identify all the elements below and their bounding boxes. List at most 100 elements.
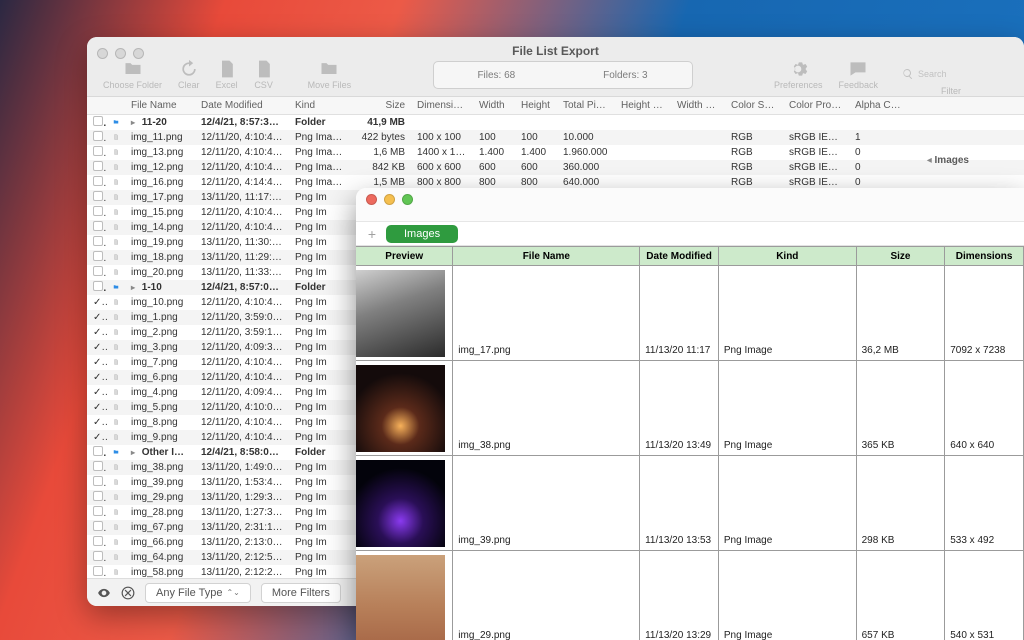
table-row[interactable]: img_11.png12/11/20, 4:10:45 PMPng Image4… <box>87 130 1024 145</box>
csv-button[interactable]: CSV <box>246 59 282 90</box>
minimize-button[interactable] <box>384 194 395 205</box>
checkbox[interactable] <box>93 551 103 561</box>
table-row[interactable]: ▸ 11-2012/4/21, 8:57:31 PMFolder41,9 MB <box>87 115 1024 130</box>
col-hdpi[interactable]: Height DPI <box>615 100 671 111</box>
move-files-label: Move Files <box>308 80 352 90</box>
sh-col-kind[interactable]: Kind <box>719 247 857 265</box>
preferences-label: Preferences <box>774 80 823 90</box>
col-height[interactable]: Height <box>515 100 557 111</box>
col-date[interactable]: Date Modified <box>195 100 289 111</box>
sheet-row[interactable]: img_17.png11/13/20 11:17Png Image36,2 MB… <box>356 266 1024 361</box>
sh-col-size[interactable]: Size <box>857 247 946 265</box>
more-filters-button[interactable]: More Filters <box>261 583 341 603</box>
file-icon <box>113 147 119 158</box>
search-icon <box>902 68 914 80</box>
col-totalpixels[interactable]: Total Pixels <box>557 100 615 111</box>
column-headers: File Name Date Modified Kind Size Dimens… <box>87 97 1024 115</box>
close-button[interactable] <box>366 194 377 205</box>
sheet-grid[interactable]: Preview File Name Date Modified Kind Siz… <box>356 246 1024 640</box>
images-indicator: ◂ Images <box>927 155 969 166</box>
file-icon <box>113 372 119 383</box>
col-colorspace[interactable]: Color Space <box>725 100 783 111</box>
checkbox[interactable] <box>93 476 103 486</box>
checkbox[interactable] <box>93 281 103 291</box>
sheet-row[interactable]: img_38.png11/13/20 13:49Png Image365 KB6… <box>356 361 1024 456</box>
checkbox[interactable] <box>93 146 103 156</box>
col-dim[interactable]: Dimensions <box>411 100 473 111</box>
excel-button[interactable]: Excel <box>208 59 246 90</box>
filter-section: Search Filter <box>886 59 1016 96</box>
file-icon <box>113 222 119 233</box>
table-row[interactable]: img_12.png12/11/20, 4:10:46 PMPng Image8… <box>87 160 1024 175</box>
document-icon <box>254 59 274 79</box>
checkbox[interactable] <box>93 446 103 456</box>
clear-button[interactable]: Clear <box>170 59 208 90</box>
col-name[interactable]: File Name <box>125 100 195 111</box>
zoom-button[interactable] <box>402 194 413 205</box>
file-icon <box>113 327 119 338</box>
file-icon <box>113 312 119 323</box>
checkbox[interactable] <box>93 191 103 201</box>
search-input[interactable]: Search <box>896 63 1016 85</box>
thumbnail <box>356 270 445 357</box>
toolbar: Choose Folder Clear Excel CSV Move Files <box>87 59 1024 97</box>
col-alpha[interactable]: Alpha Chan... <box>849 100 907 111</box>
folder-icon <box>113 447 119 458</box>
checkbox[interactable] <box>93 491 103 501</box>
checkbox[interactable] <box>93 131 103 141</box>
col-wdpi[interactable]: Width DPI <box>671 100 725 111</box>
disclosure-icon[interactable]: ▸ <box>131 118 139 127</box>
file-icon <box>113 522 119 533</box>
export-sheet-window: + Images Preview File Name Date Modified… <box>356 188 1024 640</box>
col-size[interactable]: Size <box>349 100 411 111</box>
checkbox[interactable] <box>93 536 103 546</box>
checkbox[interactable] <box>93 161 103 171</box>
folder-icon <box>113 117 119 128</box>
checkbox[interactable] <box>93 521 103 531</box>
search-placeholder: Search <box>918 69 947 79</box>
preferences-button[interactable]: Preferences <box>766 59 831 90</box>
file-count-box: Files: 68 Folders: 3 <box>433 61 693 89</box>
col-colorprofile[interactable]: Color Profile <box>783 100 849 111</box>
sh-col-dim[interactable]: Dimensions <box>945 247 1024 265</box>
file-type-filter[interactable]: Any File Type ⌃⌄ <box>145 583 251 603</box>
csv-label: CSV <box>254 80 273 90</box>
checkbox[interactable] <box>93 461 103 471</box>
eye-icon[interactable] <box>97 586 111 600</box>
move-files-button[interactable]: Move Files <box>300 59 360 90</box>
file-icon <box>113 537 119 548</box>
file-icon <box>113 507 119 518</box>
chat-icon <box>848 59 868 79</box>
choose-folder-button[interactable]: Choose Folder <box>95 59 170 90</box>
add-tab-button[interactable]: + <box>364 226 380 242</box>
feedback-button[interactable]: Feedback <box>830 59 886 90</box>
titlebar: File List Export Choose Folder Clear Exc… <box>87 37 1024 97</box>
checkbox[interactable] <box>93 566 103 576</box>
checkbox[interactable] <box>93 251 103 261</box>
tab-images[interactable]: Images <box>386 225 458 243</box>
sheet-row[interactable]: img_29.png11/13/20 13:29Png Image657 KB5… <box>356 551 1024 640</box>
checkbox[interactable] <box>93 236 103 246</box>
checkbox[interactable] <box>93 176 103 186</box>
choose-folder-label: Choose Folder <box>103 80 162 90</box>
thumbnail <box>356 365 445 452</box>
col-width[interactable]: Width <box>473 100 515 111</box>
cancel-icon[interactable] <box>121 586 135 600</box>
checkbox[interactable] <box>93 206 103 216</box>
sh-col-date[interactable]: Date Modified <box>640 247 719 265</box>
disclosure-icon[interactable]: ▸ <box>131 283 139 292</box>
check-icon: ✓ <box>93 387 107 398</box>
sh-col-name[interactable]: File Name <box>453 247 640 265</box>
check-icon: ✓ <box>93 402 107 413</box>
checkbox[interactable] <box>93 506 103 516</box>
checkbox[interactable] <box>93 221 103 231</box>
disclosure-icon[interactable]: ▸ <box>131 448 139 457</box>
checkbox[interactable] <box>93 266 103 276</box>
checkbox[interactable] <box>93 116 103 126</box>
file-icon <box>113 387 119 398</box>
col-kind[interactable]: Kind <box>289 100 349 111</box>
sheet-row[interactable]: img_39.png11/13/20 13:53Png Image298 KB5… <box>356 456 1024 551</box>
table-row[interactable]: img_13.png12/11/20, 4:10:46 PMPng Image1… <box>87 145 1024 160</box>
file-icon <box>113 237 119 248</box>
sh-col-preview[interactable]: Preview <box>356 247 453 265</box>
